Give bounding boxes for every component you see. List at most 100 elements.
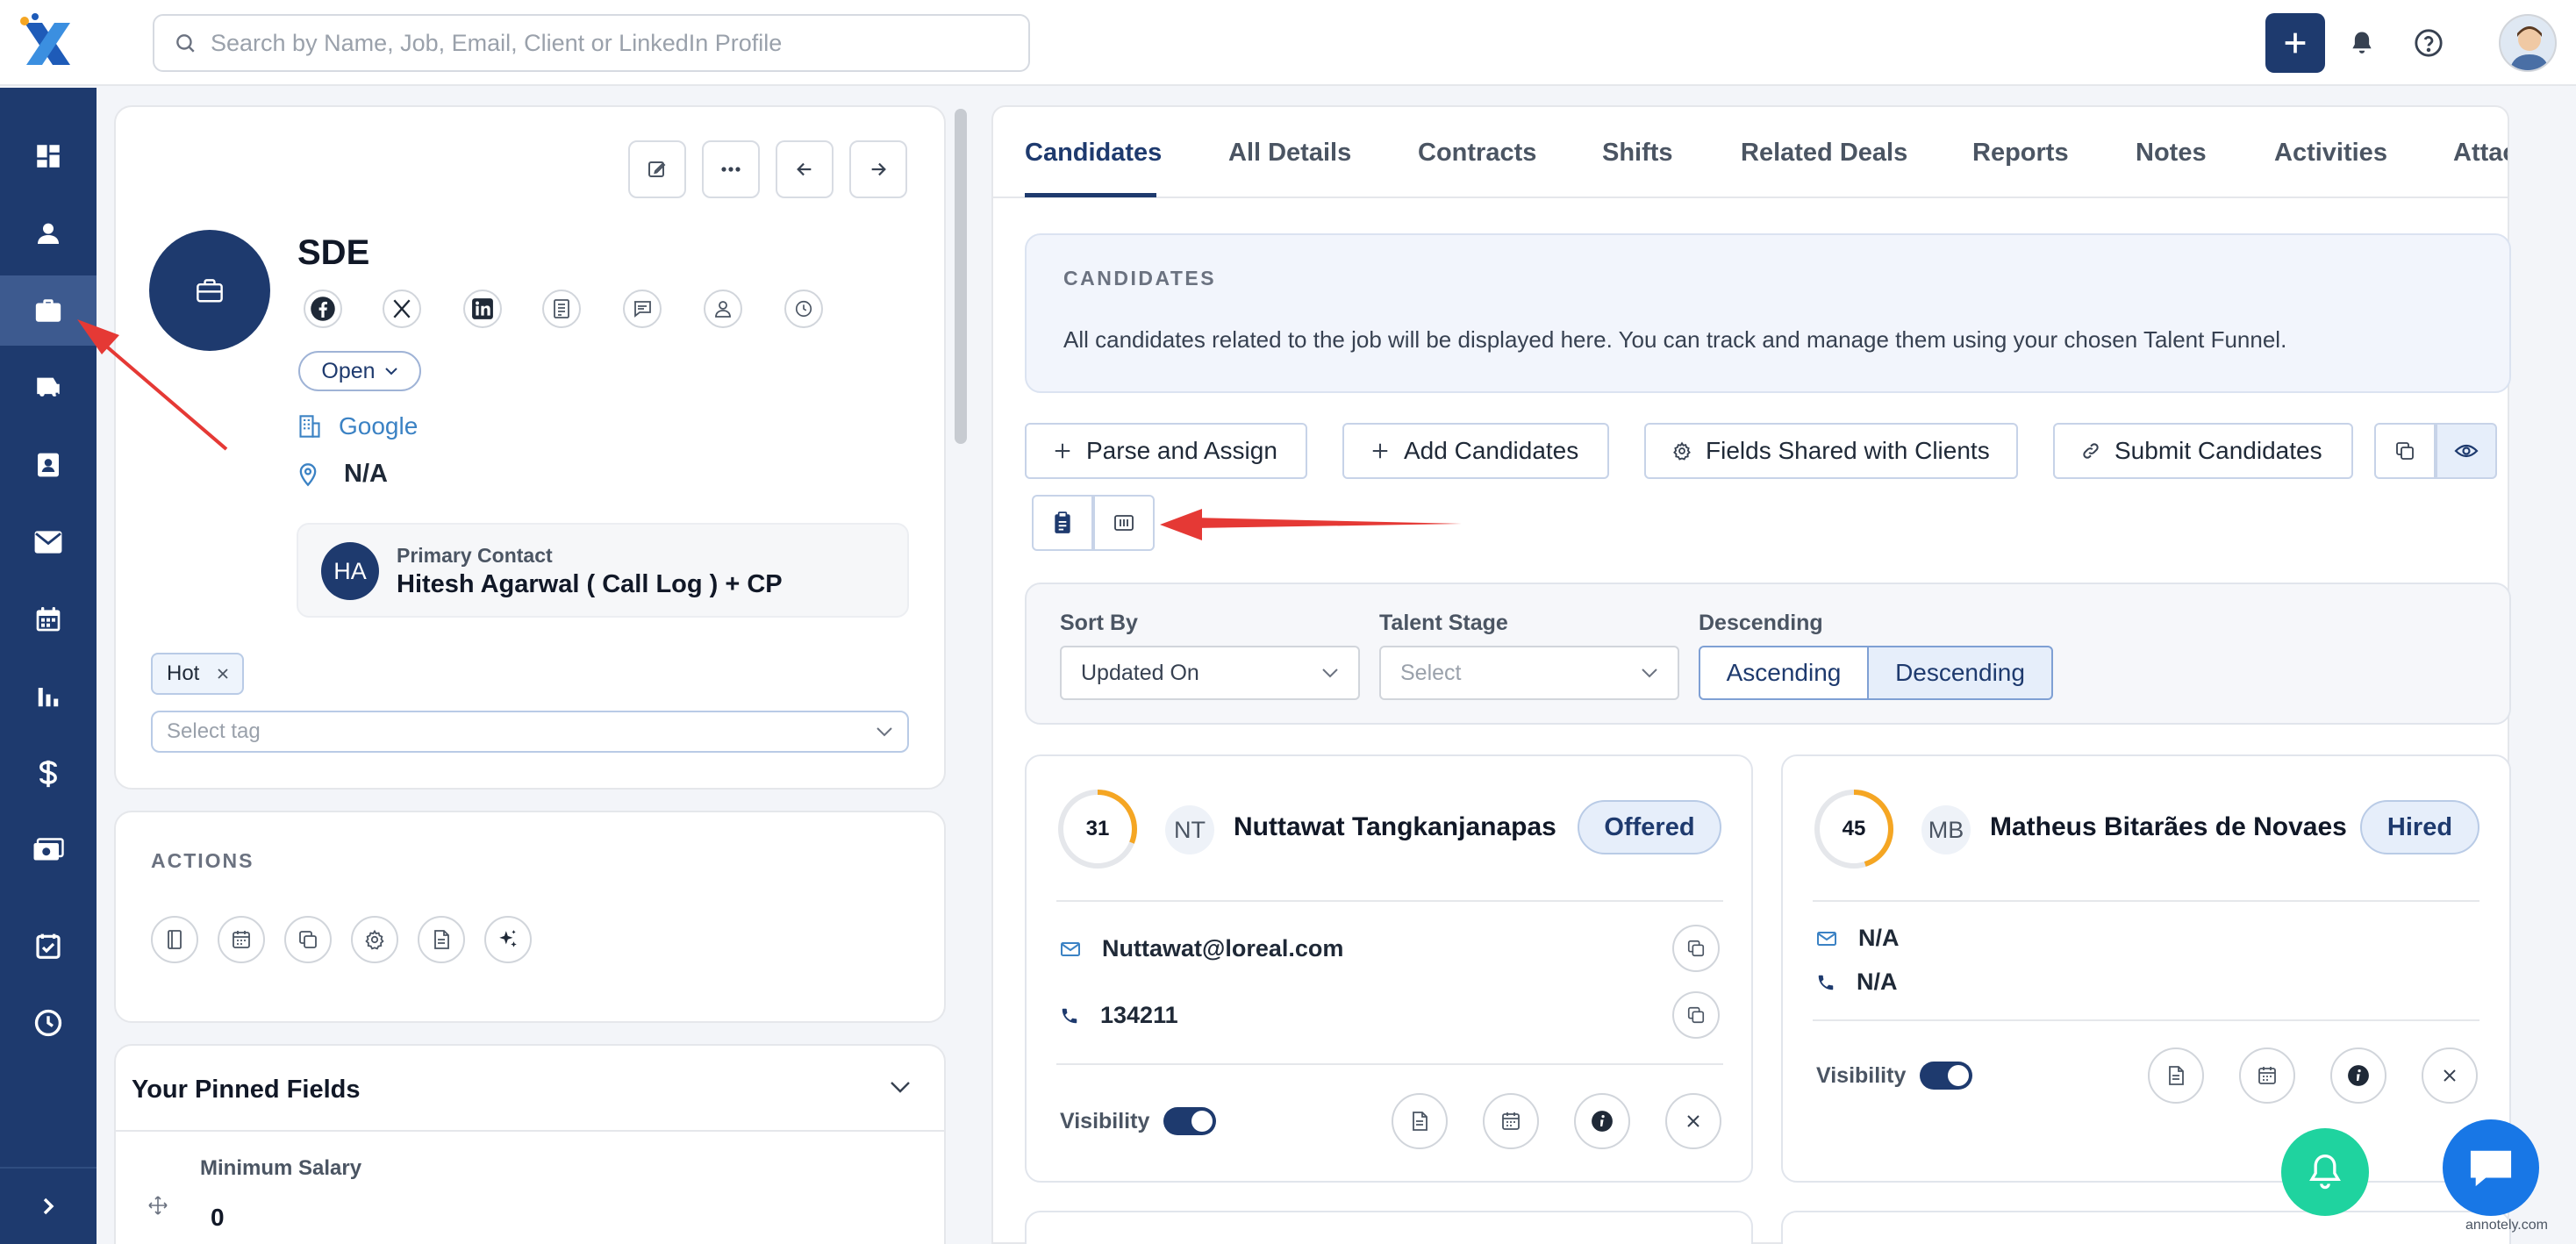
- chat-support-fab[interactable]: [2443, 1119, 2539, 1216]
- action-calendar-icon[interactable]: [218, 916, 265, 963]
- contact-person-icon[interactable]: [704, 290, 742, 328]
- candidate-stage-badge[interactable]: Hired: [2360, 800, 2479, 854]
- copy-view-button[interactable]: [2374, 423, 2436, 479]
- dashboard-icon[interactable]: [0, 121, 97, 191]
- clipboard-view-button[interactable]: [1032, 495, 1093, 551]
- contacts-icon[interactable]: [0, 430, 97, 500]
- linkedin-icon[interactable]: [463, 290, 502, 328]
- create-new-button[interactable]: [2265, 13, 2325, 73]
- candidates-icon[interactable]: [0, 198, 97, 268]
- search-input[interactable]: [211, 29, 983, 57]
- x-twitter-icon[interactable]: [383, 290, 421, 328]
- mail-icon: [1061, 941, 1080, 956]
- tab-reports[interactable]: Reports: [1972, 139, 2069, 168]
- action-ai-sparkle-icon[interactable]: [484, 916, 532, 963]
- fields-shared-with-clients-button[interactable]: Fields Shared with Clients: [1644, 423, 2018, 479]
- candidate-card[interactable]: [1781, 1211, 2511, 1244]
- candidate-email[interactable]: N/A: [1858, 925, 1900, 952]
- info-icon[interactable]: [2330, 1047, 2386, 1104]
- candidate-phone[interactable]: N/A: [1857, 969, 1898, 996]
- visibility-toggle[interactable]: [1163, 1107, 1216, 1135]
- client-link[interactable]: Google: [298, 412, 418, 440]
- edit-job-button[interactable]: [628, 140, 686, 198]
- history-icon[interactable]: [784, 290, 823, 328]
- action-document-icon[interactable]: [418, 916, 465, 963]
- job-status-dropdown[interactable]: Open: [298, 351, 421, 391]
- candidate-email[interactable]: Nuttawat@loreal.com: [1102, 935, 1343, 962]
- tasks-checklist-icon[interactable]: [0, 911, 97, 981]
- tabs-bar: Candidates All Details Contracts Shifts …: [991, 105, 2509, 198]
- tab-all-details[interactable]: All Details: [1228, 139, 1351, 168]
- notifications-fab[interactable]: [2281, 1128, 2369, 1216]
- pinned-field-value: 0: [211, 1204, 225, 1231]
- schedule-calendar-icon[interactable]: [2239, 1047, 2295, 1104]
- candidate-name[interactable]: Nuttawat Tangkanjanapas: [1234, 812, 1556, 842]
- resume-document-icon[interactable]: [2148, 1047, 2204, 1104]
- remove-close-icon[interactable]: [2422, 1047, 2478, 1104]
- candidate-card[interactable]: [1025, 1211, 1753, 1244]
- copy-email-button[interactable]: [1672, 925, 1720, 972]
- action-duplicate-icon[interactable]: [284, 916, 332, 963]
- candidate-stage-badge[interactable]: Offered: [1578, 800, 1721, 854]
- select-tag-dropdown[interactable]: Select tag: [151, 711, 909, 753]
- mail-icon[interactable]: [0, 507, 97, 577]
- facebook-icon[interactable]: [304, 290, 342, 328]
- tab-shifts[interactable]: Shifts: [1602, 139, 1673, 168]
- billing-dollar-icon[interactable]: [0, 739, 97, 809]
- remove-close-icon[interactable]: [1665, 1093, 1721, 1149]
- next-job-button[interactable]: [849, 140, 907, 198]
- tab-candidates[interactable]: Candidates: [1025, 139, 1162, 168]
- history-clock-icon[interactable]: [0, 988, 97, 1058]
- candidate-card[interactable]: 45 MB Matheus Bitarães de Novaes Hired N…: [1781, 754, 2511, 1183]
- close-icon[interactable]: [217, 668, 229, 680]
- action-settings-gear-icon[interactable]: [351, 916, 398, 963]
- primary-contact-card[interactable]: HA Primary Contact Hitesh Agarwal ( Call…: [297, 523, 909, 618]
- more-options-button[interactable]: [702, 140, 760, 198]
- tab-activities[interactable]: Activities: [2274, 139, 2387, 168]
- previous-job-button[interactable]: [776, 140, 834, 198]
- expand-sidebar-button[interactable]: [0, 1167, 97, 1244]
- plus-icon: [2285, 32, 2306, 54]
- candidate-name[interactable]: Matheus Bitarães de Novaes: [1990, 812, 2347, 842]
- tab-attachments[interactable]: Attac: [2453, 139, 2508, 168]
- app-logo[interactable]: [16, 12, 81, 74]
- sort-by-select[interactable]: Updated On: [1060, 646, 1360, 700]
- search-bar[interactable]: [153, 14, 1030, 72]
- drag-handle-icon[interactable]: [147, 1195, 168, 1216]
- chevron-down-icon[interactable]: [890, 1081, 911, 1093]
- phone-icon: [1062, 1008, 1077, 1023]
- job-description-document-icon[interactable]: [542, 290, 581, 328]
- talent-stage-select[interactable]: Select: [1379, 646, 1679, 700]
- parse-and-assign-button[interactable]: Parse and Assign: [1025, 423, 1307, 479]
- candidate-phone[interactable]: 134211: [1100, 1002, 1178, 1029]
- ascending-toggle[interactable]: Ascending: [1699, 646, 1869, 700]
- candidate-card[interactable]: 31 NT Nuttawat Tangkanjanapas Offered Nu…: [1025, 754, 1753, 1183]
- payments-icon[interactable]: [0, 816, 97, 886]
- add-candidates-button[interactable]: Add Candidates: [1342, 423, 1609, 479]
- user-avatar[interactable]: [2499, 14, 2557, 72]
- copy-icon: [1687, 1006, 1705, 1024]
- action-notebook-icon[interactable]: [151, 916, 198, 963]
- client-name: Google: [339, 412, 419, 440]
- tab-notes[interactable]: Notes: [2136, 139, 2207, 168]
- help-icon[interactable]: [2411, 25, 2446, 61]
- eye-view-button[interactable]: [2436, 423, 2497, 479]
- notifications-bell-icon[interactable]: [2344, 25, 2379, 61]
- deals-truck-icon[interactable]: [0, 353, 97, 423]
- kanban-view-button[interactable]: [1093, 495, 1155, 551]
- tab-contracts[interactable]: Contracts: [1418, 139, 1536, 168]
- left-panel-scrollbar[interactable]: [955, 109, 967, 444]
- reports-bar-chart-icon[interactable]: [0, 661, 97, 732]
- resume-document-icon[interactable]: [1392, 1093, 1448, 1149]
- tab-related-deals[interactable]: Related Deals: [1741, 139, 1907, 168]
- submit-candidates-button[interactable]: Submit Candidates: [2053, 423, 2353, 479]
- calendar-icon[interactable]: [0, 584, 97, 654]
- descending-toggle[interactable]: Descending: [1867, 646, 2053, 700]
- pinned-fields-title: Your Pinned Fields: [132, 1076, 361, 1104]
- info-icon[interactable]: [1574, 1093, 1630, 1149]
- visibility-toggle[interactable]: [1920, 1062, 1972, 1090]
- schedule-calendar-icon[interactable]: [1483, 1093, 1539, 1149]
- copy-phone-button[interactable]: [1672, 991, 1720, 1039]
- jobs-briefcase-icon[interactable]: [0, 275, 97, 346]
- message-icon[interactable]: [623, 290, 662, 328]
